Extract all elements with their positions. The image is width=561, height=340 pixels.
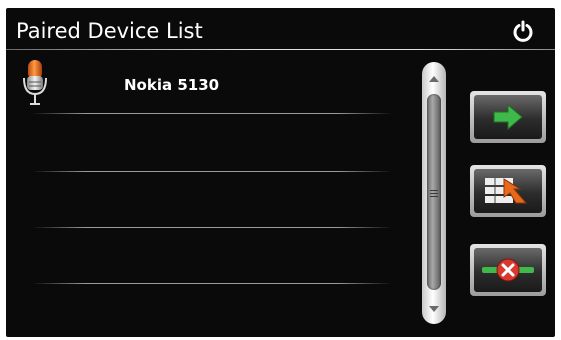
scrollbar[interactable] bbox=[422, 62, 446, 324]
bluetooth-screen: Paired Device List Nokia 5130 bbox=[6, 8, 555, 337]
power-icon[interactable] bbox=[512, 20, 534, 42]
device-name: Nokia 5130 bbox=[124, 76, 220, 94]
grip-line bbox=[430, 193, 438, 194]
connect-button[interactable] bbox=[470, 91, 546, 143]
microphone-icon bbox=[23, 60, 47, 105]
scroll-down-arrow-icon[interactable] bbox=[429, 306, 439, 312]
grip-line bbox=[430, 196, 438, 197]
list-item[interactable]: Nokia 5130 bbox=[6, 54, 416, 110]
scroll-thumb[interactable] bbox=[427, 94, 441, 290]
scroll-up-arrow-icon[interactable] bbox=[429, 76, 439, 82]
list-item[interactable] bbox=[6, 228, 416, 284]
green-arrow-right-icon bbox=[493, 103, 523, 131]
delete-button[interactable] bbox=[470, 244, 546, 296]
grip-line bbox=[430, 190, 438, 191]
title-divider bbox=[6, 49, 555, 50]
delete-x-icon bbox=[482, 258, 534, 282]
page-title: Paired Device List bbox=[16, 19, 203, 43]
transfer-button[interactable] bbox=[470, 165, 546, 217]
list-item[interactable] bbox=[6, 284, 416, 337]
list-item[interactable] bbox=[6, 172, 416, 228]
list-item[interactable] bbox=[6, 114, 416, 170]
transfer-arrow-icon bbox=[485, 178, 528, 204]
paired-device-list: Nokia 5130 bbox=[6, 54, 416, 337]
